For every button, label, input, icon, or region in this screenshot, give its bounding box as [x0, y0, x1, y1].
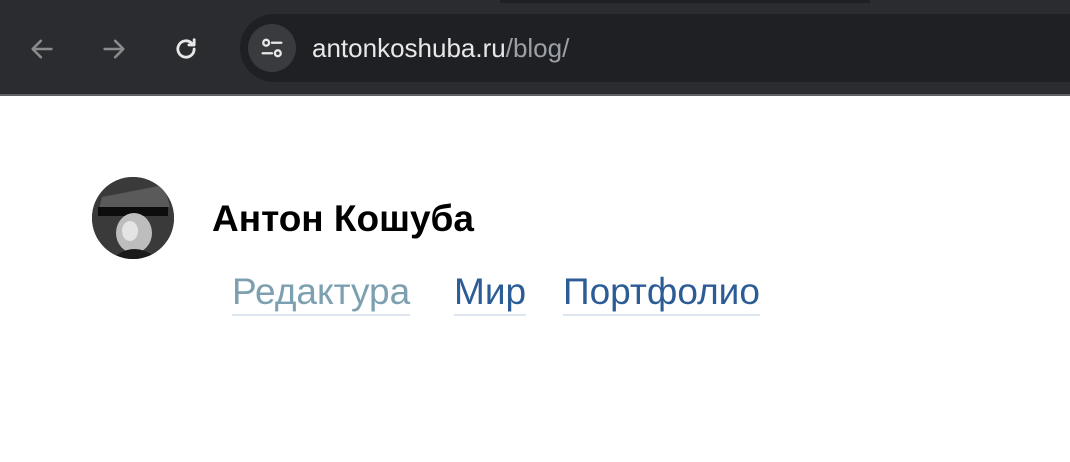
- arrow-left-icon: [31, 39, 53, 59]
- tune-icon: [261, 38, 283, 58]
- avatar-photo: [92, 177, 174, 259]
- forward-button[interactable]: [94, 29, 134, 69]
- nav-link-world[interactable]: Мир: [454, 268, 527, 316]
- reload-icon: [176, 38, 196, 59]
- nav-link-portfolio[interactable]: Портфолио: [563, 268, 760, 316]
- nav-link-editorial[interactable]: Редактура: [232, 268, 411, 316]
- url-path: /blog/: [505, 33, 570, 63]
- tab-strip-edge: [500, 0, 870, 3]
- author-name[interactable]: Антон Кошуба: [212, 196, 474, 242]
- site-info-button[interactable]: [248, 24, 296, 72]
- browser-toolbar: antonkoshuba.ru/blog/: [0, 0, 1070, 94]
- url-host: antonkoshuba.ru: [312, 33, 506, 63]
- address-bar[interactable]: antonkoshuba.ru/blog/: [240, 14, 1070, 82]
- url-text[interactable]: antonkoshuba.ru/blog/: [312, 14, 569, 82]
- reload-button[interactable]: [166, 29, 206, 69]
- toolbar-divider: [0, 94, 1070, 96]
- arrow-right-icon: [103, 39, 125, 59]
- avatar[interactable]: [92, 177, 174, 259]
- back-button[interactable]: [22, 29, 62, 69]
